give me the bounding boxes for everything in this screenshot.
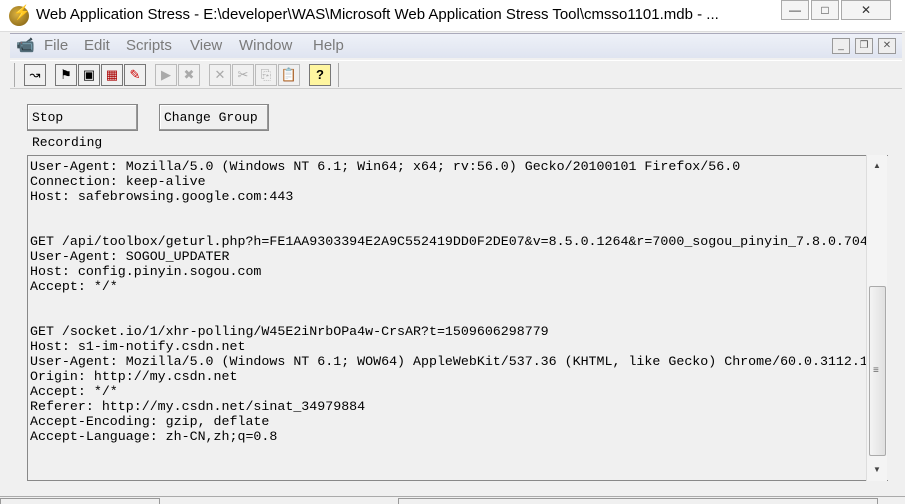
camera-icon: 📹 xyxy=(16,37,35,54)
log-line: Accept: */* xyxy=(30,279,118,294)
copy-icon[interactable]: ⎘ xyxy=(255,64,277,86)
log-line: User-Agent: Mozilla/5.0 (Windows NT 6.1;… xyxy=(30,354,866,369)
page-icon[interactable]: ▣ xyxy=(78,64,100,86)
title-bar: Web Application Stress - E:\developer\WA… xyxy=(0,0,905,32)
delete-icon[interactable]: ✕ xyxy=(209,64,231,86)
log-line: Host: safebrowsing.google.com:443 xyxy=(30,189,294,204)
log-line: Host: config.pinyin.sogou.com xyxy=(30,264,262,279)
grip-icon: ≡ xyxy=(873,365,879,376)
menu-edit[interactable]: Edit xyxy=(84,37,110,54)
log-line: Accept: */* xyxy=(30,384,118,399)
request-log: User-Agent: Mozilla/5.0 (Windows NT 6.1;… xyxy=(30,159,866,444)
play-icon[interactable]: ▶ xyxy=(155,64,177,86)
settings-icon[interactable]: ✎ xyxy=(124,64,146,86)
log-line: Connection: keep-alive xyxy=(30,174,206,189)
log-line: GET /socket.io/1/xhr-polling/W45E2iNrbOP… xyxy=(30,324,549,339)
checkered-flag-icon[interactable]: ⚑ xyxy=(55,64,77,86)
paste-icon[interactable]: 📋 xyxy=(278,64,300,86)
app-icon xyxy=(9,4,30,26)
vertical-scrollbar[interactable]: ▲ ≡ ▼ xyxy=(866,155,887,481)
toolbar: ↝ ⚑ ▣ ▦ ✎ ▶ ✖ ✕ ✂ ⎘ 📋 ? xyxy=(10,60,902,89)
menu-help[interactable]: Help xyxy=(313,37,344,54)
log-line: GET /api/toolbox/geturl.php?h=FE1AA93033… xyxy=(30,234,866,249)
scroll-up-arrow-icon[interactable]: ▲ xyxy=(867,157,887,175)
scroll-thumb[interactable]: ≡ xyxy=(869,286,886,456)
minimize-button[interactable]: — xyxy=(781,0,809,20)
toolbar-grip xyxy=(14,63,15,87)
bottom-tab[interactable] xyxy=(398,498,878,504)
menu-bar: 📹 File Edit Scripts View Window Help _ ❐… xyxy=(10,33,902,58)
stop-icon[interactable]: ✖ xyxy=(178,64,200,86)
stop-recording-button[interactable]: Stop Recording xyxy=(27,104,138,150)
menu-view[interactable]: View xyxy=(190,37,222,54)
close-button[interactable]: ✕ xyxy=(841,0,891,20)
log-line: Accept-Language: zh-CN,zh;q=0.8 xyxy=(30,429,278,444)
log-line: User-Agent: SOGOU_UPDATER xyxy=(30,249,230,264)
menu-scripts[interactable]: Scripts xyxy=(126,37,172,54)
log-line: Host: s1-im-notify.csdn.net xyxy=(30,339,246,354)
log-line: Accept-Encoding: gzip, deflate xyxy=(30,414,270,429)
scroll-down-arrow-icon[interactable]: ▼ xyxy=(867,461,887,479)
bottom-tab[interactable] xyxy=(0,498,160,504)
mdi-close-button[interactable]: ✕ xyxy=(878,38,896,54)
toolbar-separator xyxy=(338,63,339,87)
mdi-restore-button[interactable]: ❐ xyxy=(855,38,873,54)
mdi-minimize-button[interactable]: _ xyxy=(832,38,850,54)
maximize-button[interactable]: □ xyxy=(811,0,839,20)
report-icon[interactable]: ▦ xyxy=(101,64,123,86)
cut-icon[interactable]: ✂ xyxy=(232,64,254,86)
menu-file[interactable]: File xyxy=(44,37,68,54)
log-line: Origin: http://my.csdn.net xyxy=(30,369,238,384)
recorded-requests-textarea[interactable]: User-Agent: Mozilla/5.0 (Windows NT 6.1;… xyxy=(27,155,888,481)
log-line: Referer: http://my.csdn.net/sinat_349798… xyxy=(30,399,366,414)
window-title: Web Application Stress - E:\developer\WA… xyxy=(36,6,719,23)
help-icon[interactable]: ? xyxy=(309,64,331,86)
record-icon[interactable]: ↝ xyxy=(24,64,46,86)
log-line: User-Agent: Mozilla/5.0 (Windows NT 6.1;… xyxy=(30,159,741,174)
change-group-button[interactable]: Change Group xyxy=(159,104,269,131)
menu-window[interactable]: Window xyxy=(239,37,292,54)
